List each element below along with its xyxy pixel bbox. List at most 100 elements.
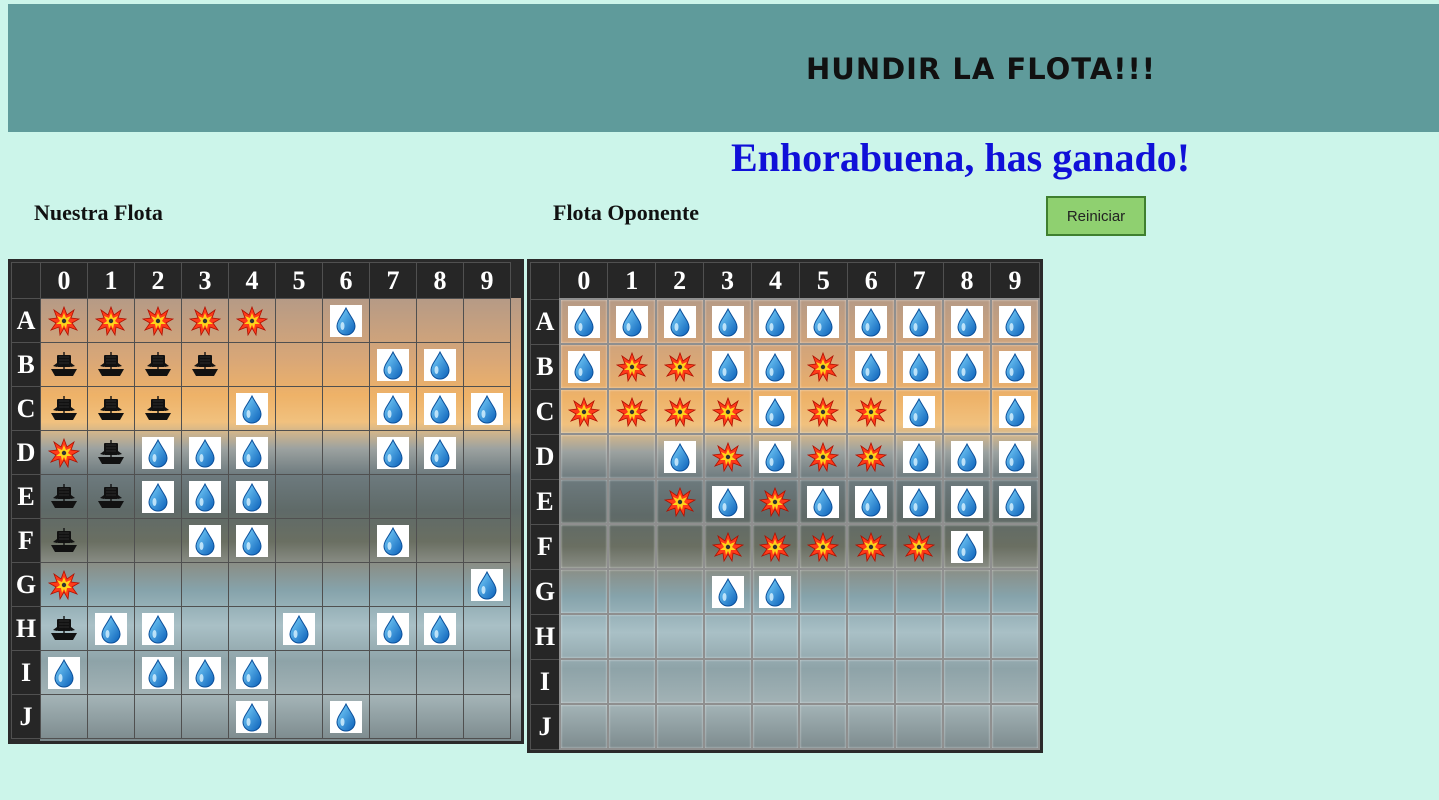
opponent-board-cell[interactable]: [750, 523, 801, 570]
opponent-board-cell[interactable]: [846, 388, 897, 435]
opponent-board-cell[interactable]: [942, 613, 992, 660]
opponent-board-cell[interactable]: [989, 568, 1041, 615]
opponent-board-cell[interactable]: [702, 298, 753, 345]
opponent-board-cell[interactable]: [894, 613, 945, 660]
opponent-board-cell[interactable]: [798, 298, 849, 345]
opponent-board-cell[interactable]: [750, 613, 801, 660]
opponent-board-cell[interactable]: [750, 478, 801, 525]
opponent-board-cell[interactable]: [942, 703, 992, 750]
opponent-board-cell[interactable]: [606, 568, 657, 615]
opponent-board-cell[interactable]: [942, 343, 992, 390]
opponent-board-cell[interactable]: [606, 388, 657, 435]
opponent-board-cell[interactable]: [942, 298, 992, 345]
opponent-board-cell[interactable]: [654, 433, 705, 480]
opponent-board-cell[interactable]: [558, 298, 609, 345]
opponent-board-cell[interactable]: [750, 703, 801, 750]
opponent-board-cell[interactable]: [798, 433, 849, 480]
opponent-board-cell[interactable]: [894, 433, 945, 480]
opponent-board-cell[interactable]: [654, 388, 705, 435]
opponent-board-cell[interactable]: [798, 343, 849, 390]
opponent-board-cell[interactable]: [942, 433, 992, 480]
opponent-board-cell[interactable]: [654, 298, 705, 345]
reset-button[interactable]: Reiniciar: [1046, 196, 1146, 236]
opponent-board-cell[interactable]: [894, 478, 945, 525]
opponent-board-cell[interactable]: [606, 433, 657, 480]
opponent-board-cell[interactable]: [942, 658, 992, 705]
opponent-board-cell[interactable]: [989, 703, 1041, 750]
opponent-board-cell[interactable]: [846, 613, 897, 660]
opponent-board-cell[interactable]: [558, 343, 609, 390]
opponent-board-cell[interactable]: [558, 388, 609, 435]
opponent-board-cell[interactable]: [654, 478, 705, 525]
opponent-board-cell[interactable]: [654, 658, 705, 705]
opponent-board-cell[interactable]: [798, 568, 849, 615]
opponent-board-cell[interactable]: [989, 388, 1041, 435]
opponent-board-cell[interactable]: [989, 523, 1041, 570]
opponent-board-cell[interactable]: [942, 568, 992, 615]
opponent-board-cell[interactable]: [606, 298, 657, 345]
opponent-board-cell[interactable]: [846, 568, 897, 615]
opponent-board-cell[interactable]: [702, 478, 753, 525]
opponent-board-cell[interactable]: [558, 703, 609, 750]
opponent-board-cell[interactable]: [798, 703, 849, 750]
opponent-board-cell[interactable]: [558, 433, 609, 480]
opponent-board-cell[interactable]: [606, 523, 657, 570]
opponent-board-cell[interactable]: [750, 433, 801, 480]
opponent-board-cell[interactable]: [558, 523, 609, 570]
opponent-board-cell[interactable]: [798, 388, 849, 435]
opponent-board-cell[interactable]: [894, 703, 945, 750]
opponent-board-cell[interactable]: [750, 298, 801, 345]
opponent-board-cell[interactable]: [606, 343, 657, 390]
opponent-board-cell[interactable]: [846, 298, 897, 345]
opponent-board-cell[interactable]: [606, 658, 657, 705]
opponent-board-cell[interactable]: [942, 523, 992, 570]
opponent-board-cell[interactable]: [702, 388, 753, 435]
opponent-board-cell[interactable]: [846, 703, 897, 750]
opponent-board-cell[interactable]: [558, 478, 609, 525]
opponent-board-cell[interactable]: [894, 343, 945, 390]
opponent-board-cell[interactable]: [846, 523, 897, 570]
opponent-board-cell[interactable]: [654, 613, 705, 660]
opponent-board-cell[interactable]: [846, 433, 897, 480]
opponent-board-cell[interactable]: [702, 523, 753, 570]
opponent-board-cell[interactable]: [702, 343, 753, 390]
opponent-board-cell[interactable]: [942, 478, 992, 525]
opponent-board-cell[interactable]: [894, 523, 945, 570]
opponent-board-cell[interactable]: [798, 613, 849, 660]
opponent-board-cell[interactable]: [894, 568, 945, 615]
opponent-board-cell[interactable]: [702, 613, 753, 660]
opponent-board-cell[interactable]: [989, 298, 1041, 345]
opponent-board-cell[interactable]: [558, 568, 609, 615]
opponent-board-cell[interactable]: [989, 613, 1041, 660]
opponent-board-cell[interactable]: [942, 388, 992, 435]
opponent-board-cell[interactable]: [989, 433, 1041, 480]
opponent-board-cell[interactable]: [606, 703, 657, 750]
opponent-board-cell[interactable]: [654, 343, 705, 390]
opponent-board-cell[interactable]: [606, 613, 657, 660]
opponent-board-cell[interactable]: [846, 343, 897, 390]
opponent-board-cell[interactable]: [846, 658, 897, 705]
opponent-board-cell[interactable]: [846, 478, 897, 525]
opponent-board-cell[interactable]: [702, 568, 753, 615]
opponent-board-cell[interactable]: [750, 343, 801, 390]
opponent-board-cell[interactable]: [606, 478, 657, 525]
opponent-board-cell[interactable]: [798, 658, 849, 705]
opponent-board-cell[interactable]: [558, 613, 609, 660]
opponent-board-cell[interactable]: [702, 658, 753, 705]
opponent-board-cell[interactable]: [654, 568, 705, 615]
opponent-board-cell[interactable]: [750, 388, 801, 435]
opponent-board-cell[interactable]: [894, 388, 945, 435]
opponent-board-cell[interactable]: [558, 658, 609, 705]
opponent-board-cell[interactable]: [654, 523, 705, 570]
opponent-board-cell[interactable]: [702, 703, 753, 750]
opponent-board-cell[interactable]: [989, 343, 1041, 390]
opponent-board-cell[interactable]: [989, 478, 1041, 525]
opponent-board-cell[interactable]: [750, 658, 801, 705]
opponent-board-cell[interactable]: [989, 658, 1041, 705]
opponent-board-cell[interactable]: [702, 433, 753, 480]
opponent-board-cell[interactable]: [798, 478, 849, 525]
opponent-board-cell[interactable]: [894, 298, 945, 345]
opponent-board-cell[interactable]: [654, 703, 705, 750]
opponent-board-cell[interactable]: [798, 523, 849, 570]
opponent-board-cell[interactable]: [750, 568, 801, 615]
